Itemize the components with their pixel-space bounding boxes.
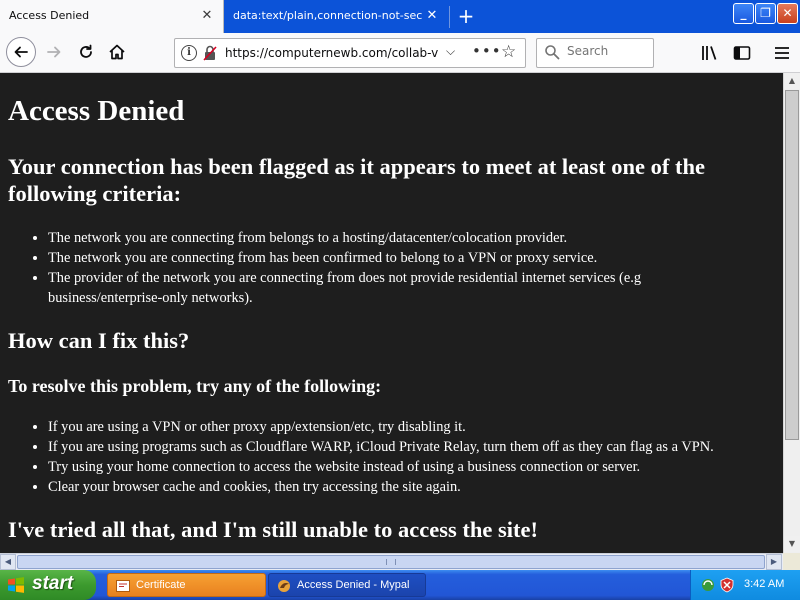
home-icon [109, 44, 125, 60]
certificate-icon [116, 580, 130, 592]
arrow-left-icon [14, 46, 28, 58]
scroll-right-icon[interactable]: ▶ [766, 554, 782, 570]
tried-heading: I've tried all that, and I'm still unabl… [8, 517, 538, 542]
info-icon[interactable]: i [181, 45, 197, 61]
network-icon[interactable] [700, 577, 716, 593]
vertical-scroll-thumb[interactable] [785, 90, 799, 440]
search-input[interactable] [567, 44, 647, 58]
reload-button[interactable] [72, 38, 100, 66]
system-tray: 3:42 AM [690, 570, 800, 600]
scrollbar-corner [783, 553, 800, 570]
minimize-button[interactable]: _ [733, 3, 754, 24]
tab-access-denied[interactable]: Access Denied ✕ [0, 0, 224, 33]
maximize-button[interactable]: ❐ [755, 3, 776, 24]
clock: 3:42 AM [744, 578, 785, 590]
reload-icon [80, 44, 92, 58]
start-label: start [32, 573, 74, 594]
fix-list: If you are using a VPN or other proxy ap… [0, 417, 748, 497]
new-tab-icon[interactable]: + [455, 5, 477, 27]
address-bar[interactable]: i https://computernewb.com/collab-vm ⌵ •… [174, 38, 526, 68]
page-actions-icon[interactable]: ••• [472, 42, 502, 60]
home-button[interactable] [103, 38, 131, 66]
taskbar-item-label: Certificate [136, 579, 186, 591]
chevron-down-icon[interactable]: ⌵ [446, 44, 455, 59]
taskbar-item-certificate[interactable]: Certificate [107, 573, 266, 597]
tab-title: Access Denied [9, 9, 90, 22]
search-icon [545, 45, 560, 60]
list-item: The network you are connecting from belo… [48, 228, 748, 248]
sidebar-icon[interactable] [732, 43, 752, 63]
windows-logo-icon [8, 577, 24, 593]
close-window-button[interactable]: ✕ [777, 3, 798, 24]
list-item: Clear your browser cache and cookies, th… [48, 477, 748, 497]
library-icon[interactable] [700, 43, 720, 63]
list-item: Try using your home connection to access… [48, 457, 748, 477]
fix-heading: How can I fix this? [8, 328, 190, 353]
tab-separator [449, 6, 450, 28]
scroll-left-icon[interactable]: ◀ [0, 554, 16, 570]
criteria-heading: Your connection has been flagged as it a… [8, 154, 706, 206]
taskbar: start Certificate Access Denied - Mypal … [0, 570, 800, 600]
search-box[interactable] [536, 38, 654, 68]
tab-title: data:text/plain,connection-not-secure [233, 9, 423, 22]
tab-close-icon[interactable]: ✕ [423, 7, 441, 25]
back-button[interactable] [6, 37, 36, 67]
vertical-scrollbar[interactable]: ▲ ▼ [783, 73, 800, 553]
taskbar-item-access-denied[interactable]: Access Denied - Mypal [268, 573, 426, 597]
tab-data-url[interactable]: data:text/plain,connection-not-secure ✕ [225, 0, 449, 33]
scroll-grip [386, 559, 396, 565]
criteria-list: The network you are connecting from belo… [0, 228, 748, 308]
list-item: If you are using programs such as Cloudf… [48, 437, 748, 457]
security-shield-icon[interactable] [719, 577, 735, 593]
tab-close-icon[interactable]: ✕ [198, 7, 216, 25]
resolve-heading: To resolve this problem, try any of the … [8, 376, 382, 396]
horizontal-scroll-thumb[interactable] [17, 555, 765, 569]
bookmark-star-icon[interactable]: ☆ [501, 42, 516, 62]
page-title: Access Denied [8, 95, 185, 127]
list-item: The provider of the network you are conn… [48, 268, 748, 308]
list-item: The network you are connecting from has … [48, 248, 748, 268]
insecure-lock-icon[interactable] [203, 45, 217, 61]
hamburger-menu-icon[interactable] [772, 43, 792, 63]
start-button[interactable]: start [0, 570, 96, 600]
list-item: If you are using a VPN or other proxy ap… [48, 417, 748, 437]
scroll-down-icon[interactable]: ▼ [784, 536, 800, 552]
page-content: Access Denied Your connection has been f… [0, 73, 783, 553]
tab-strip: Access Denied ✕ data:text/plain,connecti… [0, 0, 800, 33]
mypal-browser-icon [278, 580, 290, 592]
horizontal-scrollbar[interactable]: ◀ ▶ [0, 553, 783, 570]
forward-button[interactable] [40, 38, 68, 66]
arrow-right-icon [47, 46, 61, 58]
url-text[interactable]: https://computernewb.com/collab-vm [225, 46, 439, 60]
taskbar-item-label: Access Denied - Mypal [297, 579, 410, 591]
scroll-up-icon[interactable]: ▲ [784, 73, 800, 89]
navigation-toolbar: i https://computernewb.com/collab-vm ⌵ •… [0, 33, 800, 73]
